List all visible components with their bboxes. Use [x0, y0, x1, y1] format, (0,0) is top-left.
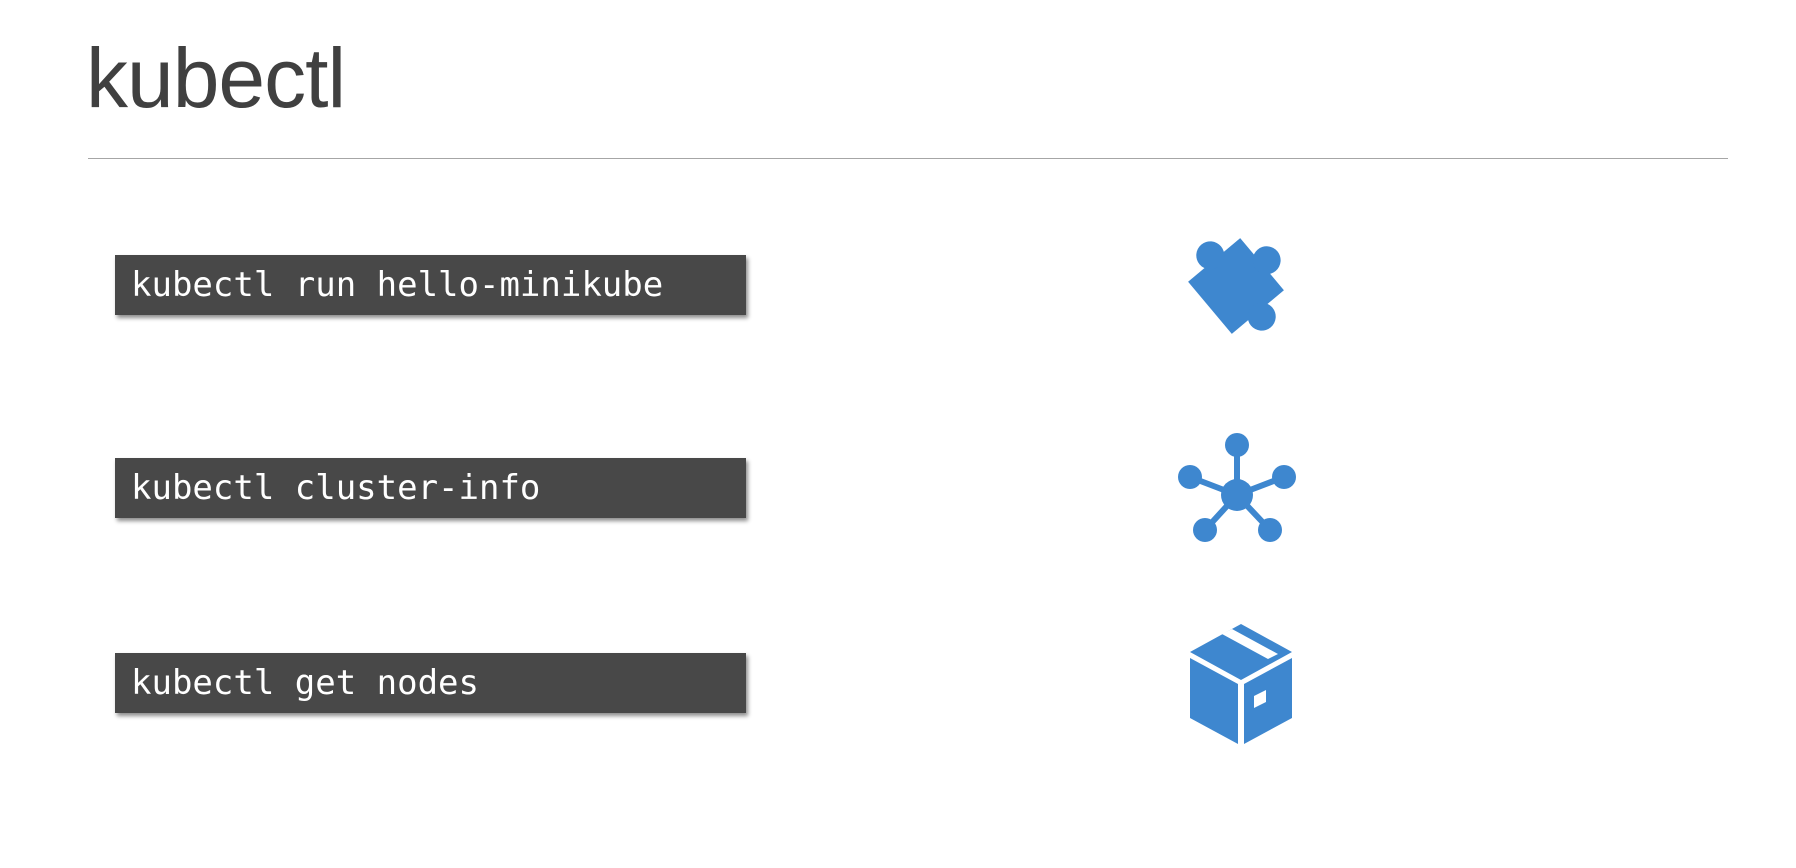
- command-box-cluster-info: kubectl cluster-info: [115, 458, 746, 518]
- command-text: kubectl run hello-minikube: [131, 265, 664, 305]
- puzzle-piece-icon: [1188, 238, 1284, 334]
- network-hub-icon: [1178, 433, 1296, 542]
- package-box-icon: [1190, 624, 1292, 744]
- command-box-run: kubectl run hello-minikube: [115, 255, 746, 315]
- command-box-get-nodes: kubectl get nodes: [115, 653, 746, 713]
- slide-title: kubectl: [86, 31, 346, 125]
- command-text: kubectl cluster-info: [131, 468, 541, 508]
- title-divider: [88, 158, 1728, 159]
- command-text: kubectl get nodes: [131, 663, 479, 703]
